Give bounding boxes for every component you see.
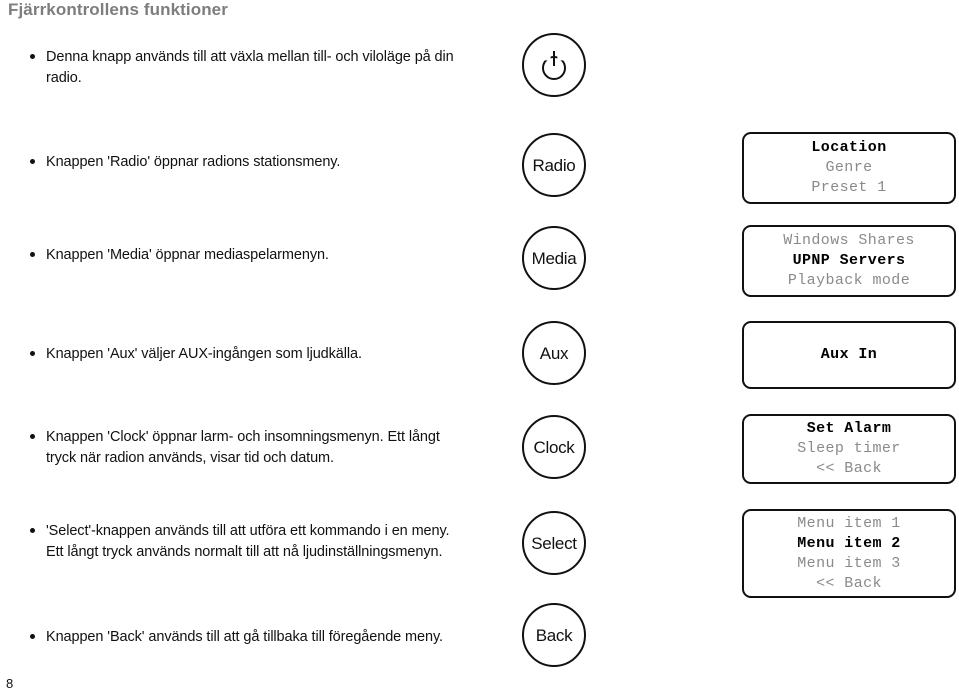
display-aux-menu: Aux In xyxy=(742,321,956,389)
bullet-dot-icon xyxy=(30,54,35,59)
display-line: Location xyxy=(811,139,887,156)
remote-button-label: Clock xyxy=(533,437,575,457)
bullet-text-aux: Knappen 'Aux' väljer AUX-ingången som lj… xyxy=(46,344,362,365)
display-line: Genre xyxy=(825,159,873,176)
bullet-dot-icon xyxy=(30,634,35,639)
remote-button-label: Back xyxy=(535,625,573,645)
remote-button-radio[interactable]: Radio xyxy=(522,133,586,197)
bullet-line: Denna knapp används till att växla mella… xyxy=(46,49,454,65)
bullet-text-radio: Knappen 'Radio' öppnar radions stationsm… xyxy=(46,152,340,173)
remote-button-media[interactable]: Media xyxy=(522,226,586,290)
remote-button-label: Media xyxy=(531,248,577,268)
page-number: 8 xyxy=(6,676,14,691)
remote-button-back[interactable]: Back xyxy=(522,603,586,667)
display-line: Playback mode xyxy=(787,272,911,289)
display-select-menu: Menu item 1 Menu item 2 Menu item 3 << B… xyxy=(742,509,956,598)
display-line: Sleep timer xyxy=(797,440,901,457)
display-clock-menu: Set Alarm Sleep timer << Back xyxy=(742,414,956,484)
bullet-item-radio: Knappen 'Radio' öppnar radions stationsm… xyxy=(30,152,490,173)
bullet-line: Knappen 'Media' öppnar mediaspelarmenyn. xyxy=(46,247,329,263)
display-line: UPNP Servers xyxy=(792,252,906,269)
bullet-item-power: Denna knapp används till att växla mella… xyxy=(30,47,490,89)
bullet-line: radio. xyxy=(46,70,82,86)
display-line: Menu item 2 xyxy=(797,534,901,552)
bullet-item-clock: Knappen 'Clock' öppnar larm- och insomni… xyxy=(30,427,490,469)
remote-button-select[interactable]: Select xyxy=(522,511,586,575)
display-line: Menu item 3 xyxy=(797,554,901,572)
bullet-line: Knappen 'Back' används till att gå tillb… xyxy=(46,629,443,645)
bullet-item-back: Knappen 'Back' används till att gå tillb… xyxy=(30,627,500,648)
display-line: << Back xyxy=(816,574,882,592)
bullet-line: tryck när radion används, visar tid och … xyxy=(46,450,334,466)
display-radio-menu: Location Genre Preset 1 xyxy=(742,132,956,204)
bullet-line: Knappen 'Clock' öppnar larm- och insomni… xyxy=(46,429,440,445)
power-icon-bar xyxy=(552,51,556,66)
bullet-line: 'Select'-knappen används till att utföra… xyxy=(46,523,450,539)
bullet-item-aux: Knappen 'Aux' väljer AUX-ingången som lj… xyxy=(30,344,490,365)
bullet-dot-icon xyxy=(30,351,35,356)
display-line: Preset 1 xyxy=(811,179,887,196)
remote-button-aux[interactable]: Aux xyxy=(522,321,586,385)
bullet-line: Knappen 'Aux' väljer AUX-ingången som lj… xyxy=(46,346,362,362)
remote-button-label: Select xyxy=(531,533,577,553)
remote-button-label: Radio xyxy=(532,155,576,175)
bullet-item-media: Knappen 'Media' öppnar mediaspelarmenyn. xyxy=(30,245,490,266)
page-title: Fjärrkontrollens funktioner xyxy=(8,0,228,19)
bullet-dot-icon xyxy=(30,159,35,164)
display-line: Aux In xyxy=(820,346,878,363)
remote-button-clock[interactable]: Clock xyxy=(522,415,586,479)
remote-button-power[interactable] xyxy=(522,33,586,97)
display-media-menu: Windows Shares UPNP Servers Playback mod… xyxy=(742,225,956,297)
power-icon xyxy=(540,51,568,80)
bullet-text-power: Denna knapp används till att växla mella… xyxy=(46,47,454,89)
remote-button-label: Aux xyxy=(539,343,569,363)
bullet-item-select: 'Select'-knappen används till att utföra… xyxy=(30,521,500,563)
bullet-line: Knappen 'Radio' öppnar radions stationsm… xyxy=(46,154,341,170)
bullet-text-select: 'Select'-knappen används till att utföra… xyxy=(46,521,450,563)
bullet-text-media: Knappen 'Media' öppnar mediaspelarmenyn. xyxy=(46,245,329,266)
display-line: Set Alarm xyxy=(806,420,892,437)
display-line: << Back xyxy=(816,460,882,477)
display-line: Menu item 1 xyxy=(797,514,901,532)
bullet-text-clock: Knappen 'Clock' öppnar larm- och insomni… xyxy=(46,427,440,469)
bullet-dot-icon xyxy=(30,528,35,533)
bullet-line: Ett långt tryck används normalt till att… xyxy=(46,544,443,560)
bullet-dot-icon xyxy=(30,434,35,439)
bullet-text-back: Knappen 'Back' används till att gå tillb… xyxy=(46,627,443,648)
bullet-dot-icon xyxy=(30,252,35,257)
display-line: Windows Shares xyxy=(783,232,915,249)
